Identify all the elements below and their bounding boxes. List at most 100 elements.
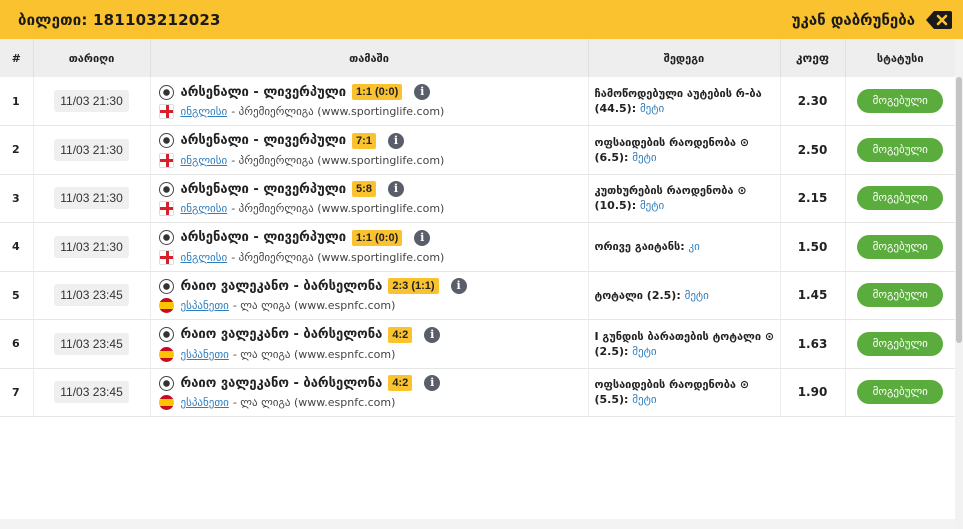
football-icon: [158, 327, 174, 343]
bet-cell: ტოტალი (2.5): მეტი: [588, 271, 781, 320]
bet-cell: ჩამოწოდებული აუტების რ-ბა (44.5): მეტი: [588, 77, 781, 126]
table-row: 5 11/03 23:45 რაიო ვალეკანო - ბარსელონა …: [0, 271, 955, 320]
row-number: 4: [0, 222, 34, 272]
bet-pick: მეტი: [684, 288, 709, 302]
back-button[interactable]: უკან დაბრუნება: [792, 10, 953, 30]
bet-pick: მეტი: [632, 344, 657, 358]
league-country-link[interactable]: ესპანეთი: [181, 396, 229, 409]
status-won-button[interactable]: მოგებული: [857, 380, 944, 405]
bet-description: ოფსაიდების რაოდენობა ⊙ (5.5): მეტი: [595, 377, 780, 407]
league-country-link[interactable]: ესპანეთი: [181, 348, 229, 361]
football-icon: [158, 84, 174, 100]
league-line: ინგლისი - პრემიერლიგა (www.sportinglife.…: [158, 200, 588, 217]
info-icon[interactable]: i: [387, 181, 404, 198]
bet-market: ორივე გაიტანს:: [594, 240, 685, 254]
vertical-scrollbar[interactable]: [955, 39, 963, 529]
row-number: 6: [0, 319, 34, 369]
bet-market: I გუნდის ბარათების ტოტალი ⊙ (2.5):: [594, 329, 775, 358]
league-line: ინგლისი - პრემიერლიგა (www.sportinglife.…: [158, 249, 588, 266]
match-cell: არსენალი - ლივერპული 1:1 (0:0) i ინგლისი…: [150, 77, 589, 126]
league-line: ესპანეთი - ლა ლიგა (www.espnfc.com): [158, 297, 588, 314]
backspace-close-icon[interactable]: [925, 10, 953, 30]
bet-cell: კუთხურების რაოდენობა ⊙ (10.5): მეტი: [588, 174, 781, 223]
bet-cell: ოფსაიდების რაოდენობა ⊙ (5.5): მეტი: [588, 368, 781, 417]
column-header-number: #: [0, 39, 34, 77]
football-icon: [158, 278, 174, 294]
league-country-link[interactable]: ესპანეთი: [181, 299, 229, 312]
england-flag-icon: [158, 152, 174, 168]
bet-market: ჩამოწოდებული აუტების რ-ბა (44.5):: [594, 87, 762, 115]
bet-description: ორივე გაიტანს: კი: [595, 239, 780, 254]
info-icon[interactable]: i: [450, 278, 467, 295]
date-cell: 11/03 23:45: [33, 319, 151, 369]
match-date: 11/03 21:30: [54, 187, 129, 210]
score-badge: 4:2: [388, 375, 413, 392]
bet-market: ოფსაიდების რაოდენობა ⊙ (5.5):: [594, 378, 750, 407]
league-line: ინგლისი - პრემიერლიგა (www.sportinglife.…: [158, 152, 588, 169]
status-cell: მოგებული: [845, 368, 955, 417]
table-row: 3 11/03 21:30 არსენალი - ლივერპული 5:8 i…: [0, 174, 955, 223]
info-icon[interactable]: i: [424, 326, 441, 343]
bet-description: ოფსაიდების რაოდენობა ⊙ (6.5): მეტი: [595, 135, 780, 165]
match-name: არსენალი - ლივერპული: [180, 230, 347, 246]
status-won-button[interactable]: მოგებული: [857, 234, 944, 259]
bet-description: ჩამოწოდებული აუტების რ-ბა (44.5): მეტი: [595, 86, 780, 116]
status-won-button[interactable]: მოგებული: [857, 331, 944, 356]
odds-value: 1.45: [780, 271, 846, 320]
bet-pick: მეტი: [639, 199, 665, 213]
match-line: რაიო ვალეკანო - ბარსელონა 4:2 i: [158, 373, 588, 393]
league-name: - ლა ლიგა (www.espnfc.com): [232, 347, 396, 361]
date-cell: 11/03 23:45: [33, 368, 151, 417]
column-header-odds: კოეფ: [780, 39, 846, 77]
bet-market: ოფსაიდების რაოდენობა ⊙ (6.5):: [594, 135, 750, 164]
match-line: არსენალი - ლივერპული 1:1 (0:0) i: [158, 82, 588, 102]
bet-description: კუთხურების რაოდენობა ⊙ (10.5): მეტი: [595, 183, 780, 213]
match-name: რაიო ვალეკანო - ბარსელონა: [180, 327, 383, 343]
match-line: რაიო ვალეკანო - ბარსელონა 2:3 (1:1) i: [158, 276, 588, 296]
table-row: 1 11/03 21:30 არსენალი - ლივერპული 1:1 (…: [0, 77, 955, 126]
league-country-link[interactable]: ინგლისი: [181, 251, 228, 264]
table-body: 1 11/03 21:30 არსენალი - ლივერპული 1:1 (…: [0, 77, 955, 417]
league-line: ესპანეთი - ლა ლიგა (www.espnfc.com): [158, 394, 588, 411]
match-cell: არსენალი - ლივერპული 7:1 i ინგლისი - პრე…: [150, 125, 589, 175]
football-icon: [158, 375, 174, 391]
bets-table-container: # თარიღი თამაში შედეგი კოეფ სტატუსი 1 11…: [0, 39, 955, 417]
status-won-button[interactable]: მოგებული: [857, 89, 944, 113]
league-line: ესპანეთი - ლა ლიგა (www.espnfc.com): [158, 346, 588, 363]
status-won-button[interactable]: მოგებული: [857, 186, 944, 211]
england-flag-icon: [158, 249, 174, 265]
info-icon[interactable]: i: [387, 132, 404, 149]
match-cell: რაიო ვალეკანო - ბარსელონა 4:2 i ესპანეთი…: [150, 368, 589, 417]
status-won-button[interactable]: მოგებული: [857, 137, 944, 162]
scrollbar-thumb[interactable]: [956, 77, 962, 343]
england-flag-icon: [158, 104, 174, 119]
column-header-result: შედეგი: [588, 39, 781, 77]
odds-value: 1.63: [780, 319, 846, 369]
bet-market: ტოტალი (2.5):: [594, 288, 681, 302]
odds-value: 2.30: [780, 77, 846, 126]
bet-market: კუთხურების რაოდენობა ⊙ (10.5):: [594, 184, 747, 213]
info-icon[interactable]: i: [414, 84, 431, 100]
info-icon[interactable]: i: [414, 229, 431, 246]
date-cell: 11/03 21:30: [33, 222, 151, 272]
status-won-button[interactable]: მოგებული: [857, 283, 944, 308]
info-icon[interactable]: i: [424, 375, 441, 392]
bet-cell: ოფსაიდების რაოდენობა ⊙ (6.5): მეტი: [588, 125, 781, 175]
date-cell: 11/03 21:30: [33, 125, 151, 175]
odds-value: 1.50: [780, 222, 846, 272]
table-row: 7 11/03 23:45 რაიო ვალეკანო - ბარსელონა …: [0, 368, 955, 417]
score-badge: 5:8: [352, 181, 376, 198]
odds-value: 1.90: [780, 368, 846, 417]
score-badge: 4:2: [388, 326, 413, 343]
league-country-link[interactable]: ინგლისი: [181, 105, 228, 118]
league-country-link[interactable]: ინგლისი: [181, 154, 228, 167]
match-line: არსენალი - ლივერპული 7:1 i: [158, 131, 588, 151]
score-badge: 1:1 (0:0): [352, 84, 403, 100]
status-cell: მოგებული: [845, 174, 955, 223]
match-name: რაიო ვალეკანო - ბარსელონა: [180, 278, 383, 294]
spain-flag-icon: [158, 395, 174, 411]
bet-pick: მეტი: [639, 102, 665, 115]
football-icon: [158, 230, 174, 246]
row-number: 5: [0, 271, 34, 320]
league-country-link[interactable]: ინგლისი: [181, 202, 228, 215]
